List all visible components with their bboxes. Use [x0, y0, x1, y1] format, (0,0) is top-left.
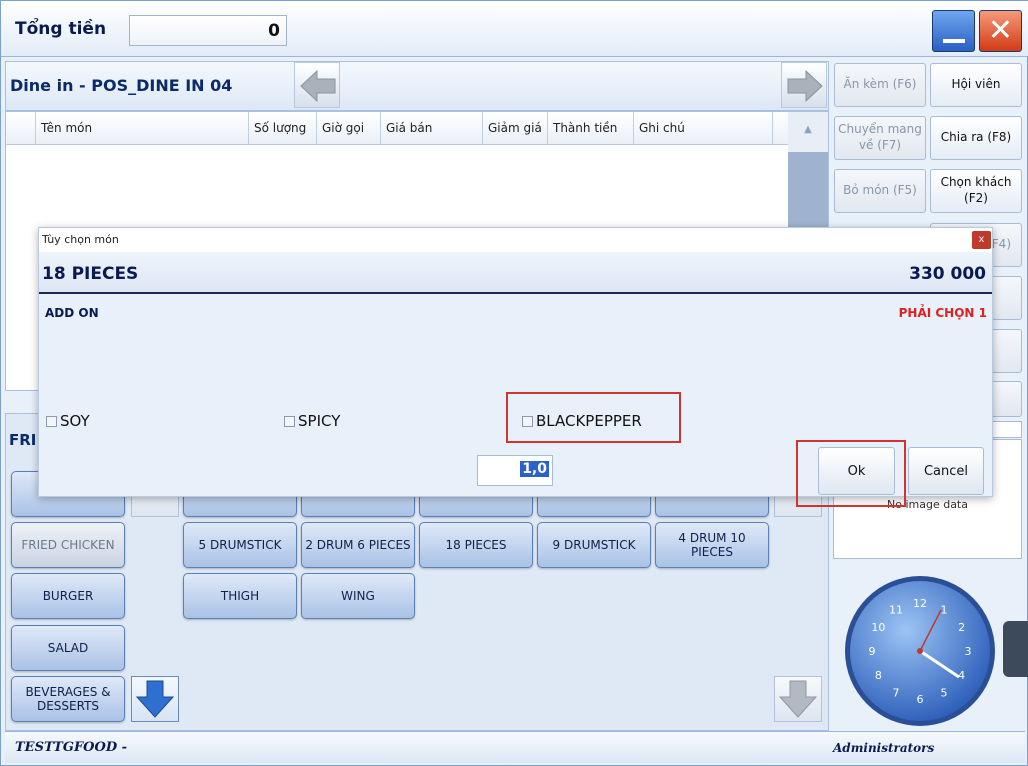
dialog-close-button[interactable]: x [972, 231, 991, 249]
clock-numeral: 11 [889, 603, 903, 616]
column-header[interactable]: Ghi chú [634, 112, 773, 144]
option-group-label: ADD ON [45, 306, 99, 320]
item-price: 330 000 [909, 264, 986, 284]
requirement-label: PHẢI CHỌN 1 [898, 306, 987, 320]
quantity-input[interactable]: 1,0 [477, 455, 553, 486]
category-salad[interactable]: SALAD [11, 625, 125, 671]
clock-numeral: 9 [869, 645, 876, 658]
checkbox[interactable] [284, 415, 295, 427]
product-wing[interactable]: WING [301, 573, 415, 619]
status-bar: TESTTGFOOD - Administrators [5, 731, 1025, 763]
dialog-title: Tùy chọn món [42, 233, 119, 246]
column-header[interactable]: Giờ gọi [317, 112, 381, 144]
close-icon: ✕ [987, 13, 1014, 48]
clock-numeral: 10 [871, 621, 885, 634]
order-title: Dine in - POS_DINE IN 04 [10, 76, 233, 95]
clock-numeral: 12 [913, 597, 927, 610]
arrow-left-icon [300, 69, 336, 103]
option-soy[interactable]: SOY [46, 412, 90, 430]
scroll-up-icon[interactable]: ▲ [788, 112, 828, 152]
arrow-down-icon [135, 680, 175, 718]
total-value: 0 [129, 15, 287, 46]
product-4-drum-10-pieces[interactable]: 4 DRUM 10 PIECES [655, 522, 769, 568]
user-role: Administrators [833, 741, 935, 755]
takeaway-button[interactable]: Chuyển mang về (F7) [834, 116, 926, 160]
product-2-drum-6-pieces[interactable]: 2 DRUM 6 PIECES [301, 522, 415, 568]
product-thigh[interactable]: THIGH [183, 573, 297, 619]
option-label: SPICY [298, 412, 341, 430]
pos-window: Tổng tiền 0 ✕ Dine in - POS_DINE IN 04 T… [0, 0, 1028, 766]
cancel-button[interactable]: Cancel [908, 447, 984, 495]
option-label: SOY [60, 412, 90, 430]
column-header[interactable]: Số lượng [249, 112, 317, 144]
clock-numeral: 8 [875, 669, 882, 682]
split-button[interactable]: Chia ra (F8) [930, 116, 1022, 160]
highlight-blackpepper [506, 392, 681, 443]
clock-numeral: 3 [965, 645, 972, 658]
column-header[interactable]: Tên món [36, 112, 249, 144]
arrow-right-icon [787, 69, 823, 103]
choose-customer-button[interactable]: Chọn khách (F2) [930, 169, 1022, 213]
category-fried-chicken[interactable]: FRIED CHICKEN [11, 522, 125, 568]
column-header[interactable]: Thành tiền [548, 112, 634, 144]
arrow-down-icon [778, 680, 818, 718]
addon-button[interactable]: Ăn kèm (F6) [834, 63, 926, 107]
total-label: Tổng tiền [15, 19, 107, 39]
clock-numeral: 5 [941, 687, 948, 700]
column-header[interactable]: Giảm giá [483, 112, 548, 144]
row-selector-header [6, 112, 36, 144]
clock-numeral: 6 [917, 693, 924, 706]
product-9-drumstick[interactable]: 9 DRUMSTICK [537, 522, 651, 568]
close-button[interactable]: ✕ [979, 10, 1022, 52]
item-header: 18 PIECES 330 000 [39, 252, 992, 294]
quantity-value: 1,0 [520, 461, 549, 477]
top-bar: Tổng tiền 0 ✕ [1, 1, 1028, 57]
column-header[interactable]: Giá bán [381, 112, 483, 144]
product-down-button[interactable] [774, 676, 822, 722]
category-beverages[interactable]: BEVERAGES & DESSERTS [11, 676, 125, 722]
category-down-button[interactable] [131, 676, 179, 722]
clock-numeral: 2 [958, 621, 965, 634]
highlight-ok-button [796, 440, 906, 507]
item-name: 18 PIECES [42, 264, 139, 284]
member-button[interactable]: Hội viên [930, 63, 1022, 107]
order-header: Dine in - POS_DINE IN 04 [5, 61, 829, 111]
dialog-titlebar: Tùy chọn món x [39, 228, 992, 252]
clock-icon: 12 1234567891011 [845, 576, 995, 726]
product-18-pieces[interactable]: 18 PIECES [419, 522, 533, 568]
checkbox[interactable] [46, 415, 57, 427]
side-tab[interactable] [1003, 621, 1028, 677]
clock-numeral: 1 [941, 603, 948, 616]
store-name: TESTTGFOOD - [15, 740, 128, 755]
category-burger[interactable]: BURGER [11, 573, 125, 619]
minimize-button[interactable] [932, 10, 975, 52]
next-order-button[interactable] [781, 62, 827, 108]
table-header: Tên món Số lượng Giờ gọi Giá bán Giảm gi… [6, 112, 788, 145]
remove-item-button[interactable]: Bỏ món (F5) [834, 169, 926, 213]
clock-numeral: 7 [893, 687, 900, 700]
category-title: FRI [9, 431, 37, 449]
option-spicy[interactable]: SPICY [284, 412, 340, 430]
prev-order-button[interactable] [294, 62, 340, 108]
product-5-drumstick[interactable]: 5 DRUMSTICK [183, 522, 297, 568]
